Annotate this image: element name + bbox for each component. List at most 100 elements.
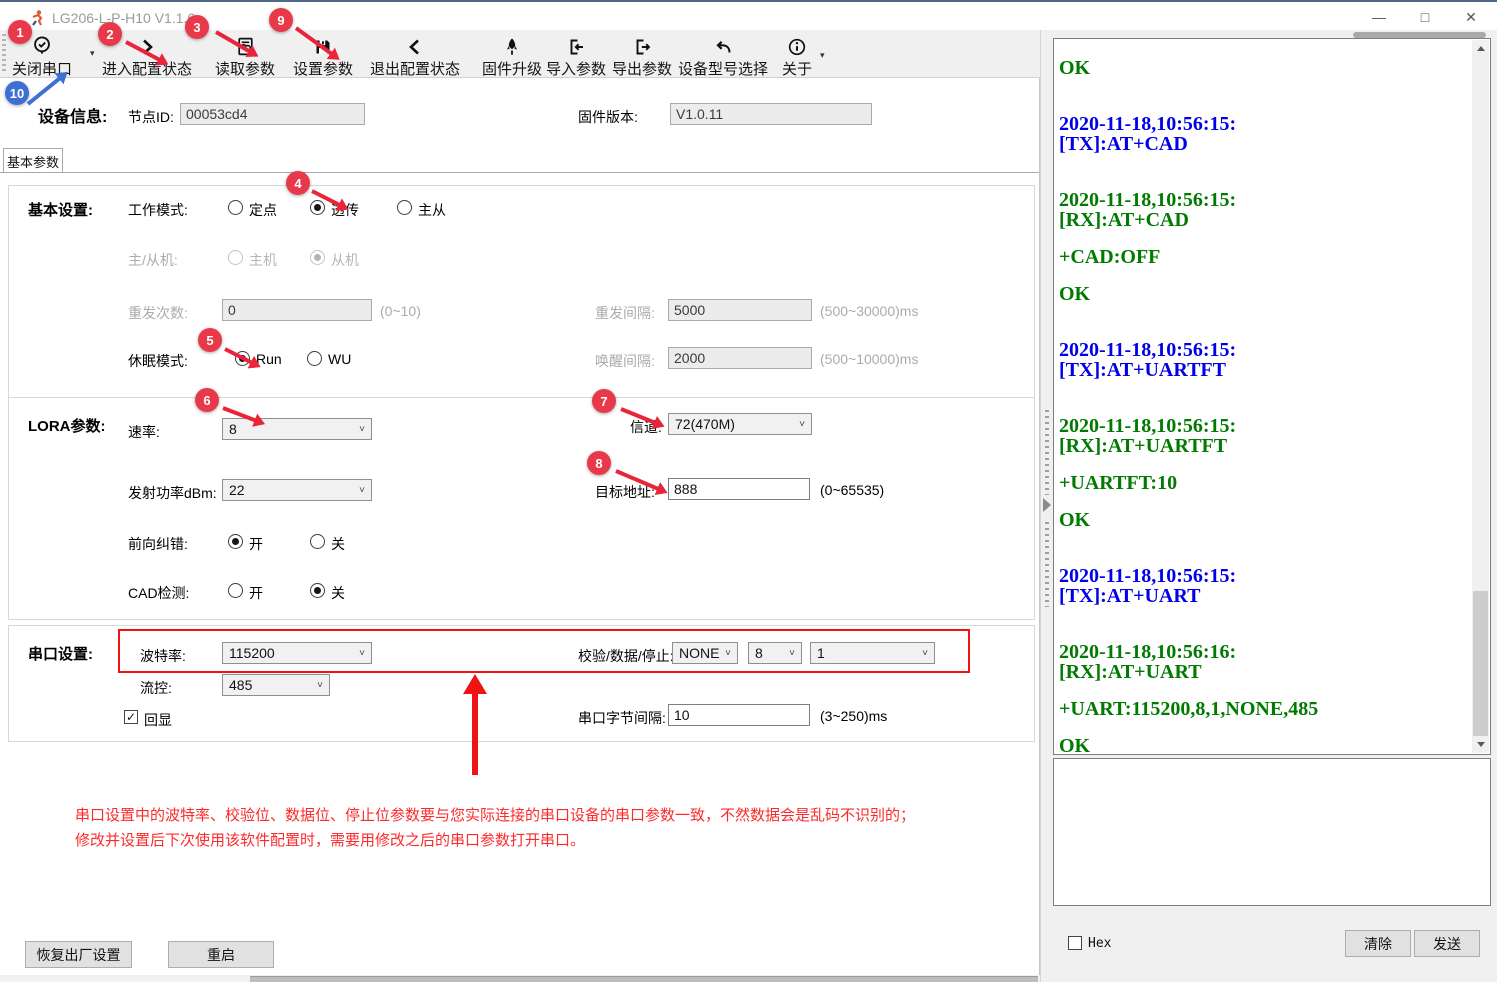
radio-cad-on[interactable] — [228, 583, 243, 598]
annotation-circle-7: 7 — [592, 389, 616, 413]
log-vertical-scrollbar[interactable] — [1472, 40, 1489, 753]
log-line: 2020-11-18,10:56:15: [RX]:AT+CAD — [1059, 190, 1468, 230]
toolbar-item-firmware-upgrade[interactable]: 固件升级 — [482, 34, 542, 79]
toolbar-item-exit-config[interactable]: 退出配置状态 — [370, 34, 460, 79]
panel-splitter[interactable] — [1040, 30, 1053, 982]
channel-select[interactable]: 72(470M)˅ — [668, 413, 812, 435]
byte-interval-field[interactable]: 10 — [668, 704, 810, 726]
wake-interval-field[interactable]: 2000 — [668, 347, 812, 369]
restart-button[interactable]: 重启 — [168, 941, 274, 968]
log-line: OK — [1059, 510, 1468, 530]
resend-count-hint: (0~10) — [380, 303, 421, 319]
import-icon — [546, 34, 606, 57]
undo-arrow-icon — [678, 34, 768, 57]
config-panel: 设备信息: 节点ID: 00053cd4 固件版本: V1.0.11 基本参数 … — [0, 78, 1040, 975]
splitter-grip — [1045, 410, 1049, 495]
toolbar-item-set-params[interactable]: 设置参数 — [293, 34, 353, 79]
target-addr-field[interactable]: 888 — [668, 478, 810, 500]
echo-checkbox[interactable]: ✓ — [124, 710, 138, 724]
firmware-version-field[interactable]: V1.0.11 — [670, 103, 872, 125]
toolbar-item-device-model-select[interactable]: 设备型号选择 — [678, 34, 768, 79]
radio-work-mode-transparent[interactable] — [310, 200, 325, 215]
radio-slave[interactable] — [310, 250, 325, 265]
tab-basic-params[interactable]: 基本参数 — [3, 148, 63, 173]
window-title: LG206-L-P-H10 V1.1.6 — [52, 10, 195, 26]
annotation-circle-9: 9 — [269, 8, 293, 32]
toolbar-item-export-params[interactable]: 导出参数 — [612, 34, 672, 79]
tab-divider — [0, 172, 1039, 173]
scroll-up-button[interactable] — [1472, 40, 1489, 57]
horizontal-scrollbar-thumb[interactable] — [250, 976, 1038, 982]
radio-work-mode-fixed-label: 定点 — [249, 200, 277, 220]
about-dropdown-caret[interactable]: ▾ — [820, 50, 825, 61]
rocket-icon — [482, 34, 542, 57]
restore-factory-button[interactable]: 恢复出厂设置 — [25, 941, 132, 968]
log-line: +UART:115200,8,1,NONE,485 — [1059, 699, 1468, 719]
log-line: 2020-11-18,10:56:15: [TX]:AT+CAD — [1059, 114, 1468, 154]
log-output-area[interactable]: OK 2020-11-18,10:56:15: [TX]:AT+CAD 2020… — [1053, 38, 1491, 755]
resend-count-label: 重发次数: — [128, 303, 188, 323]
log-vertical-scrollbar-thumb[interactable] — [1473, 591, 1488, 739]
radio-fec-off[interactable] — [310, 534, 325, 549]
radio-fec-off-label: 关 — [331, 534, 345, 554]
annotation-circle-2: 2 — [98, 22, 122, 46]
rate-label: 速率: — [128, 422, 160, 442]
horizontal-scrollbar[interactable] — [0, 975, 1040, 982]
annotation-circle-5: 5 — [198, 328, 222, 352]
send-button[interactable]: 发送 — [1414, 930, 1480, 957]
clear-button[interactable]: 清除 — [1345, 930, 1411, 957]
fec-label: 前向纠错: — [128, 534, 188, 554]
radio-work-mode-master-slave[interactable] — [397, 200, 412, 215]
splitter-collapse-icon[interactable] — [1043, 498, 1051, 512]
maximize-button[interactable]: □ — [1408, 4, 1442, 30]
lora-params-label: LORA参数: — [28, 415, 106, 436]
resend-count-field[interactable]: 0 — [222, 299, 372, 321]
chevron-down-icon: ˅ — [359, 485, 365, 496]
app-window: LG206-L-P-H10 V1.1.6 — □ ✕ 关闭串口 ▾ 进入配置状态 — [0, 0, 1497, 982]
log-line: 2020-11-18,10:56:15: [RX]:AT+UARTFT — [1059, 416, 1468, 456]
work-mode-label: 工作模式: — [128, 200, 188, 220]
wake-interval-label: 唤醒间隔: — [595, 351, 655, 371]
warning-line-2: 修改并设置后下次使用该软件配置时，需要用修改之后的串口参数打开串口。 — [75, 829, 585, 850]
info-icon — [782, 34, 812, 57]
minimize-button[interactable]: — — [1362, 4, 1396, 30]
resend-interval-field[interactable]: 5000 — [668, 299, 812, 321]
basic-settings-label: 基本设置: — [28, 199, 93, 220]
log-text: OK 2020-11-18,10:56:15: [TX]:AT+CAD 2020… — [1059, 58, 1468, 752]
flow-select[interactable]: 485˅ — [222, 674, 330, 696]
radio-fec-on[interactable] — [228, 534, 243, 549]
wake-interval-hint: (500~10000)ms — [820, 351, 918, 367]
export-icon — [612, 34, 672, 57]
radio-cad-on-label: 开 — [249, 583, 263, 603]
radio-master[interactable] — [228, 250, 243, 265]
toolbar-item-import-params[interactable]: 导入参数 — [546, 34, 606, 79]
resend-interval-hint: (500~30000)ms — [820, 303, 918, 319]
toolbar-item-about[interactable]: 关于 — [782, 34, 812, 79]
hex-label: Hex — [1088, 936, 1111, 951]
radio-sleep-wu[interactable] — [307, 351, 322, 366]
cad-label: CAD检测: — [128, 583, 189, 603]
close-serial-dropdown-caret[interactable]: ▾ — [90, 48, 95, 59]
close-button[interactable]: ✕ — [1454, 4, 1488, 30]
send-input-area[interactable] — [1053, 758, 1491, 906]
node-id-label: 节点ID: — [128, 107, 174, 127]
annotation-circle-4: 4 — [286, 171, 310, 195]
tx-power-label: 发射功率dBm: — [128, 483, 217, 503]
radio-sleep-wu-label: WU — [328, 351, 351, 367]
annotation-circle-3: 3 — [185, 15, 209, 39]
radio-work-mode-fixed[interactable] — [228, 200, 243, 215]
master-slave-label: 主/从机: — [128, 250, 178, 270]
resend-interval-label: 重发间隔: — [595, 303, 655, 323]
scroll-down-button[interactable] — [1472, 736, 1489, 753]
toolbar-grip[interactable] — [2, 34, 6, 74]
log-line: 2020-11-18,10:56:15: [TX]:AT+UARTFT — [1059, 340, 1468, 380]
title-bar: LG206-L-P-H10 V1.1.6 — □ ✕ — [0, 0, 1497, 30]
rate-select[interactable]: 8˅ — [222, 418, 372, 440]
radio-cad-off[interactable] — [310, 583, 325, 598]
hex-checkbox[interactable] — [1068, 936, 1082, 950]
annotation-circle-6: 6 — [195, 388, 219, 412]
node-id-field[interactable]: 00053cd4 — [180, 103, 365, 125]
log-line: OK — [1059, 284, 1468, 304]
serial-settings-label: 串口设置: — [28, 643, 93, 664]
tx-power-select[interactable]: 22˅ — [222, 479, 372, 501]
